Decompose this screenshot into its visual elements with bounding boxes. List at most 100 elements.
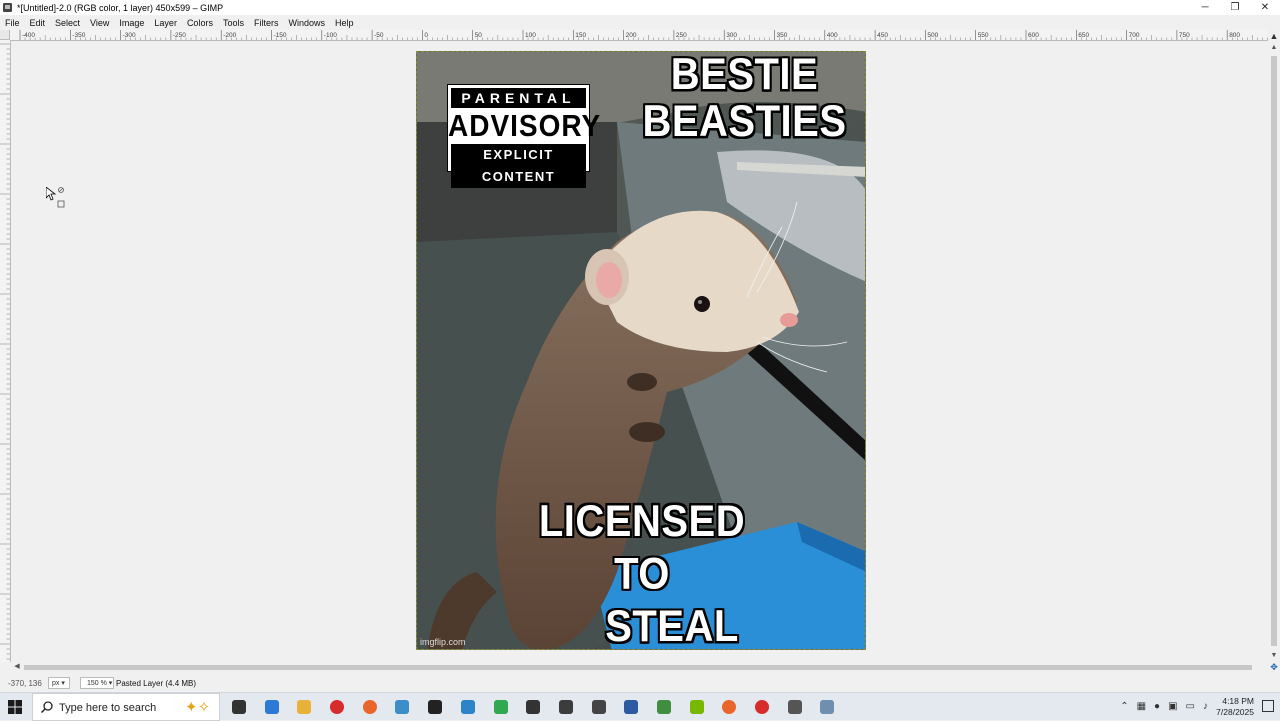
zoom-selector[interactable]: 150 % ▾ — [80, 677, 114, 689]
vertical-ruler[interactable] — [0, 40, 11, 662]
ruler-label: -50 — [374, 32, 384, 39]
task-view-icon[interactable] — [228, 697, 250, 717]
advisory-bottom-text: EXPLICIT CONTENT — [451, 144, 586, 188]
ruler-label: 200 — [626, 32, 637, 39]
meme-bottom-line-3: STEAL — [605, 601, 739, 650]
scroll-up-icon[interactable]: ▲ — [1268, 42, 1280, 54]
ruler-label: -350 — [72, 32, 85, 39]
network-icon[interactable]: ▭ — [1186, 701, 1195, 712]
menu-select[interactable]: Select — [50, 18, 85, 28]
notification-icon[interactable] — [1262, 700, 1274, 712]
firefox-2-icon[interactable] — [718, 697, 740, 717]
scroll-down-icon[interactable]: ▼ — [1268, 650, 1280, 662]
advisory-mid-text: ADVISORY — [448, 108, 602, 143]
advisory-top-text: PARENTAL — [451, 88, 586, 108]
meme-image[interactable]: PARENTAL ADVISORY EXPLICIT CONTENT BESTI… — [416, 51, 866, 650]
zoom-value: 150 % — [87, 680, 107, 687]
menu-filters[interactable]: Filters — [249, 18, 284, 28]
menu-file[interactable]: File — [0, 18, 25, 28]
vscode-icon[interactable] — [457, 697, 479, 717]
ruler-label: 50 — [475, 32, 483, 39]
close-button[interactable]: ✕ — [1250, 0, 1280, 15]
ruler-label: -250 — [173, 32, 186, 39]
meme-bottom-line-1: LICENSED — [538, 496, 746, 546]
unit-selector[interactable]: px ▾ — [48, 677, 70, 689]
ruler-label: -300 — [123, 32, 136, 39]
windows-start-icon[interactable] — [8, 700, 22, 714]
menu-bar: File Edit Select View Image Layer Colors… — [0, 15, 1280, 30]
vertical-scrollbar[interactable]: ▲ ▼ — [1268, 42, 1280, 662]
layer-info: Pasted Layer (4.4 MB) — [116, 679, 197, 688]
gimp-icon[interactable] — [588, 697, 610, 717]
ruler-label: 100 — [525, 32, 536, 39]
ruler-label: -200 — [223, 32, 236, 39]
app-headset-icon[interactable] — [555, 697, 577, 717]
volume-icon[interactable]: ♪ — [1203, 701, 1208, 712]
ruler-label: 750 — [1179, 32, 1190, 39]
ruler-label: 500 — [927, 32, 938, 39]
menu-help[interactable]: Help — [330, 18, 359, 28]
file-explorer-icon[interactable] — [293, 697, 315, 717]
nvidia-icon[interactable] — [686, 697, 708, 717]
maximize-button[interactable]: ❐ — [1220, 0, 1250, 15]
parental-advisory-label: PARENTAL ADVISORY EXPLICIT CONTENT — [447, 84, 602, 188]
horizontal-scrollbar[interactable]: ◀ — [10, 662, 1268, 672]
navigate-image-icon[interactable]: ✥ — [1269, 662, 1279, 672]
settings-icon[interactable] — [784, 697, 806, 717]
app-sheet-icon[interactable] — [653, 697, 675, 717]
minimize-button[interactable]: ─ — [1190, 0, 1220, 15]
title-bar: *[Untitled]-2.0 (RGB color, 1 layer) 450… — [0, 0, 1280, 15]
firefox-icon[interactable] — [359, 697, 381, 717]
menu-image[interactable]: Image — [114, 18, 149, 28]
app-qr-icon[interactable] — [522, 697, 544, 717]
meme-top-text: BESTIE BEASTIES — [627, 51, 862, 147]
app-red-2-icon[interactable] — [751, 697, 773, 717]
horizontal-ruler[interactable]: -400 -350 -300 -250 -200 -150 -100 -50 0 50 100 150… — [10, 30, 1268, 41]
ruler-label: -100 — [324, 32, 337, 39]
taskbar-search-box[interactable]: Type here to search ✦✧ — [32, 693, 220, 721]
scroll-left-icon[interactable]: ◀ — [12, 662, 22, 672]
image-canvas[interactable]: PARENTAL ADVISORY EXPLICIT CONTENT BESTI… — [11, 41, 1268, 662]
taskbar-clock[interactable]: 4:18 PM 7/28/2025 — [1216, 696, 1254, 718]
menu-view[interactable]: View — [85, 18, 114, 28]
ruler-label: -150 — [274, 32, 287, 39]
app-blue-icon[interactable] — [261, 697, 283, 717]
app-red-icon[interactable] — [326, 697, 348, 717]
ruler-label: 0 — [424, 32, 428, 39]
microphone-icon[interactable]: ● — [1154, 701, 1160, 712]
vertical-scroll-thumb[interactable] — [1271, 56, 1277, 646]
quick-mask-arrow-icon[interactable]: ▲ — [1268, 30, 1280, 42]
search-placeholder: Type here to search — [59, 702, 157, 714]
menu-windows[interactable]: Windows — [283, 18, 330, 28]
tray-app-icon[interactable]: ▦ — [1137, 701, 1146, 712]
ruler-label: 450 — [877, 32, 888, 39]
horizontal-scroll-thumb[interactable] — [24, 665, 1252, 670]
ruler-label: 350 — [777, 32, 788, 39]
clock-date: 7/28/2025 — [1216, 707, 1254, 717]
menu-layer[interactable]: Layer — [149, 18, 182, 28]
show-hidden-icons-icon[interactable]: ⌃ — [1120, 701, 1128, 712]
status-bar: -370, 136 px ▾ 150 % ▾ Pasted Layer (4.4… — [0, 674, 1280, 692]
app-doc-icon[interactable] — [620, 697, 642, 717]
app-dark-icon[interactable] — [424, 697, 446, 717]
tray-window-icon[interactable]: ▣ — [1168, 701, 1177, 712]
ruler-label: 600 — [1028, 32, 1039, 39]
ruler-label: 800 — [1229, 32, 1240, 39]
ruler-label: 250 — [676, 32, 687, 39]
windows-taskbar: Type here to search ✦✧ ⌃ ▦ ● ▣ ▭ ♪ 4:18 … — [0, 692, 1280, 721]
app-green-icon[interactable] — [490, 697, 512, 717]
clock-time: 4:18 PM — [1222, 696, 1254, 706]
ruler-label: 650 — [1078, 32, 1089, 39]
ruler-label: 150 — [575, 32, 586, 39]
menu-tools[interactable]: Tools — [218, 18, 249, 28]
ruler-label: 300 — [726, 32, 737, 39]
app-window-icon[interactable] — [816, 697, 838, 717]
app-teal-icon[interactable] — [391, 697, 413, 717]
meme-top-line-1: BESTIE — [670, 51, 819, 100]
menu-edit[interactable]: Edit — [25, 18, 51, 28]
meme-top-line-2: BEASTIES — [642, 96, 847, 147]
window-title: *[Untitled]-2.0 (RGB color, 1 layer) 450… — [17, 2, 224, 13]
ruler-corner[interactable] — [0, 30, 10, 40]
search-icon — [41, 701, 53, 713]
menu-colors[interactable]: Colors — [182, 18, 218, 28]
